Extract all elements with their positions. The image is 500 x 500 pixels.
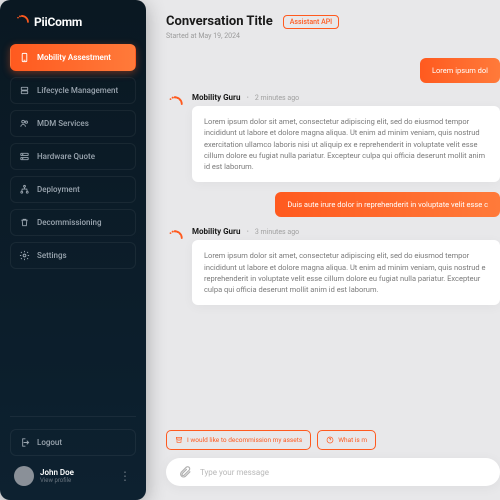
- trash-icon: [19, 217, 30, 228]
- sidebar-item-mobility-assessment[interactable]: Mobility Assestment: [10, 44, 136, 71]
- sidebar-item-hardware-quote[interactable]: Hardware Quote: [10, 143, 136, 170]
- sidebar-item-settings[interactable]: Settings: [10, 242, 136, 269]
- nav-label: Decommissioning: [37, 218, 102, 227]
- device-icon: [19, 52, 30, 63]
- more-icon[interactable]: ⋮: [119, 474, 132, 478]
- nav-label: Logout: [37, 438, 62, 447]
- main-panel: Conversation Title Assistant API Started…: [146, 0, 500, 500]
- brand-name: PiiComm: [34, 15, 82, 29]
- logout-icon: [19, 437, 30, 448]
- question-icon: [326, 436, 334, 444]
- sidebar-item-mdm-services[interactable]: MDM Services: [10, 110, 136, 137]
- message-body: Lorem ipsum dolor sit amet, consectetur …: [192, 106, 500, 182]
- message-time: 3 minutes ago: [255, 228, 299, 236]
- suggestion-chip[interactable]: I would like to decommission my assets: [166, 430, 311, 450]
- suggestion-row: I would like to decommission my assets W…: [166, 430, 500, 450]
- message-author: Mobility Guru: [192, 93, 240, 102]
- conversation-thread: Lorem ipsum dol Mobility Guru • 2 minute…: [166, 58, 500, 424]
- nav-label: Mobility Assestment: [37, 53, 111, 62]
- user-message: Lorem ipsum dol: [420, 58, 500, 83]
- sidebar-item-logout[interactable]: Logout: [10, 429, 136, 456]
- message-composer[interactable]: [166, 458, 500, 486]
- assistant-avatar-icon: [166, 229, 184, 247]
- stack-icon: [19, 85, 30, 96]
- user-message: Duis aute irure dolor in reprehenderit i…: [275, 192, 500, 217]
- assistant-avatar-icon: [166, 95, 184, 113]
- server-icon: [19, 151, 30, 162]
- assistant-chip: Assistant API: [283, 15, 339, 29]
- sidebar-item-lifecycle-management[interactable]: Lifecycle Management: [10, 77, 136, 104]
- nav-label: Settings: [37, 251, 67, 260]
- people-icon: [19, 118, 30, 129]
- logo-swirl-icon: [14, 14, 30, 30]
- sidebar: PiiComm Mobility Assestment Lifecycle Ma…: [0, 0, 146, 500]
- message-body: Lorem ipsum dolor sit amet, consectetur …: [192, 240, 500, 305]
- nav: Mobility Assestment Lifecycle Management…: [10, 44, 136, 486]
- assistant-message: Mobility Guru • 3 minutes ago Lorem ipsu…: [166, 227, 500, 305]
- profile-name: John Doe: [40, 468, 113, 477]
- brand-logo: PiiComm: [10, 14, 136, 44]
- nav-label: Hardware Quote: [37, 152, 95, 161]
- sidebar-item-deployment[interactable]: Deployment: [10, 176, 136, 203]
- assistant-message: Mobility Guru • 2 minutes ago Lorem ipsu…: [166, 93, 500, 182]
- message-time: 2 minutes ago: [255, 94, 299, 102]
- started-at: Started at May 19, 2024: [166, 32, 500, 40]
- nav-label: Deployment: [37, 185, 80, 194]
- archive-icon: [175, 436, 183, 444]
- suggestion-chip[interactable]: What is m: [317, 430, 376, 450]
- profile-sub: View profile: [40, 477, 113, 484]
- divider: [10, 416, 136, 417]
- message-author: Mobility Guru: [192, 227, 240, 236]
- avatar: [14, 466, 34, 486]
- nav-label: MDM Services: [37, 119, 89, 128]
- attachment-icon[interactable]: [178, 465, 192, 479]
- message-input[interactable]: [200, 468, 488, 477]
- profile-block[interactable]: John Doe View profile ⋮: [10, 462, 136, 486]
- conversation-header: Conversation Title Assistant API: [166, 14, 500, 29]
- gear-icon: [19, 250, 30, 261]
- sidebar-item-decommissioning[interactable]: Decommissioning: [10, 209, 136, 236]
- nav-label: Lifecycle Management: [37, 86, 118, 95]
- hierarchy-icon: [19, 184, 30, 195]
- page-title: Conversation Title: [166, 14, 273, 29]
